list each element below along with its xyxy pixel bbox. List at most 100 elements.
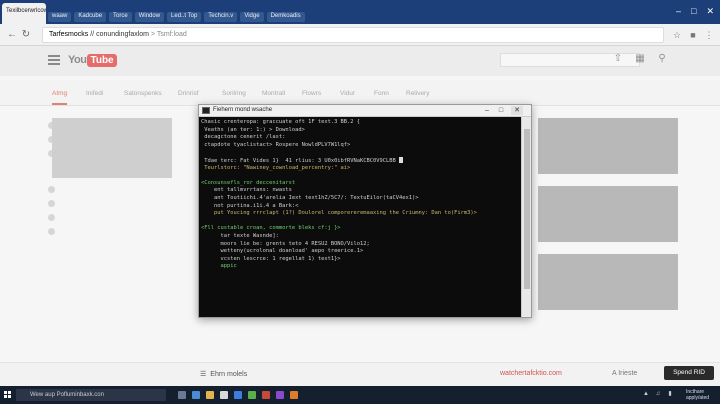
terminal-line: tar texte Wasnde]: bbox=[201, 232, 279, 239]
bookmark-item[interactable]: Window bbox=[134, 12, 165, 22]
menu-dots-icon[interactable]: ⋮ bbox=[704, 30, 714, 40]
star-icon[interactable]: ☆ bbox=[672, 30, 682, 40]
terminal-line: vcsten lescrce: 1 regellat 1) text1}> bbox=[201, 255, 341, 262]
browser-tab-active[interactable]: Texilbcerwrlcowcribfe bbox=[2, 3, 46, 24]
sidebar-item[interactable] bbox=[48, 228, 55, 235]
terminal-line: ant Toutiichi.4'arelia Iext text1hZ/5C7/… bbox=[201, 194, 419, 201]
category-tab[interactable]: Sorilring bbox=[222, 90, 246, 97]
terminal-line: <Consunsefls_ror deccenitarst bbox=[201, 179, 296, 186]
app-icon[interactable] bbox=[276, 391, 284, 399]
edge-icon[interactable] bbox=[192, 391, 200, 399]
terminal-line: put Youcing rrrclapt (1?) Doulorel compo… bbox=[201, 210, 477, 217]
category-tab[interactable]: Relivery bbox=[406, 90, 429, 97]
tray-line-2: apply/ated bbox=[686, 395, 710, 401]
playlist-label[interactable]: ☰ Ehrn molels bbox=[200, 370, 248, 379]
category-tab[interactable]: Fonn bbox=[374, 90, 389, 97]
minimize-icon[interactable]: – bbox=[676, 6, 681, 17]
taskbar-search-input[interactable]: Wew aup Pofluminbaxk.con bbox=[16, 389, 166, 401]
spend-button[interactable]: Spend RID bbox=[664, 366, 714, 380]
logo-text: You bbox=[68, 54, 87, 66]
terminal-line: Veaths (an ter: 1:) > Download> bbox=[201, 126, 305, 133]
logo-badge: Tube bbox=[87, 53, 117, 67]
bookmark-item[interactable]: Led..t Top bbox=[167, 12, 202, 22]
video-thumbnail-left[interactable] bbox=[52, 118, 172, 178]
bookmark-item[interactable]: Vidge bbox=[240, 12, 264, 22]
terminal-output[interactable]: Chasic crenteropa: graccuate oft 1F text… bbox=[201, 119, 519, 317]
battery-icon[interactable]: ▮ bbox=[666, 390, 674, 398]
terminal-line: appic bbox=[201, 263, 237, 270]
terminal-line: not purtina.i1i.4 a Bark:< bbox=[201, 202, 299, 209]
back-icon[interactable]: ← bbox=[6, 29, 18, 41]
volume-icon[interactable]: ♫ bbox=[654, 390, 662, 398]
sidebar-item[interactable] bbox=[48, 186, 55, 193]
bookmark-item[interactable]: Techcin.v bbox=[204, 12, 238, 22]
category-tab[interactable]: Montrall bbox=[262, 90, 285, 97]
refresh-icon[interactable]: ↻ bbox=[20, 29, 32, 41]
bookmark-item[interactable]: waaw bbox=[48, 12, 72, 22]
terminal-line: Teurlstorc: "Nawiney_cownload_percentry:… bbox=[201, 164, 351, 171]
sidebar-item[interactable] bbox=[48, 200, 55, 207]
terminal-line: moors lie be: grents teto 4 RESU2 BONO/V… bbox=[201, 240, 370, 247]
playlist-label-text: Ehrn molels bbox=[210, 370, 248, 378]
search-icon[interactable]: ⚲ bbox=[656, 53, 668, 65]
category-tab[interactable]: Drinrisf bbox=[178, 90, 199, 97]
terminal-line: ent tallmvrrtans: nwasts bbox=[201, 187, 292, 194]
maximize-icon[interactable]: □ bbox=[691, 6, 696, 17]
category-tab[interactable]: Satonspenks bbox=[124, 90, 162, 97]
terminal-titlebar[interactable]: Fiehern mond wsache – □ ✕ bbox=[199, 105, 531, 117]
window-controls: – □ ✕ bbox=[676, 6, 714, 17]
category-tab[interactable]: Inifedi bbox=[86, 90, 103, 97]
video-thumbnail-right-3[interactable] bbox=[538, 254, 678, 310]
terminal-scroll-thumb[interactable] bbox=[524, 129, 530, 289]
sidebar-item-icon bbox=[48, 228, 55, 235]
terminal-maximize-icon[interactable]: □ bbox=[495, 106, 507, 115]
folder-icon[interactable] bbox=[206, 391, 214, 399]
extension-icon[interactable]: ■ bbox=[688, 30, 698, 40]
terminal-window[interactable]: Fiehern mond wsache – □ ✕ Chasic crenter… bbox=[198, 104, 532, 318]
autoplay-label[interactable]: A Irieste bbox=[612, 370, 637, 377]
terminal-minimize-icon[interactable]: – bbox=[481, 106, 493, 115]
browser-tab-bar: Texilbcerwrlcowcribfe waaw Kadcube Torce… bbox=[0, 0, 720, 24]
url-input[interactable]: Tarfesmocks // conundingfaxlom > Tsmf:lo… bbox=[42, 27, 664, 43]
app-icon[interactable] bbox=[262, 391, 270, 399]
video-thumbnail-right-1[interactable] bbox=[538, 118, 678, 174]
terminal-scrollbar[interactable] bbox=[521, 117, 531, 317]
video-thumbnail-right-2[interactable] bbox=[538, 186, 678, 242]
address-bar: ← ↻ Tarfesmocks // conundingfaxlom > Tsm… bbox=[0, 24, 720, 46]
terminal-line: <Fll custable croan, commorte bleks cf:j… bbox=[201, 225, 341, 232]
chrome-icon[interactable] bbox=[248, 391, 256, 399]
bookmarks-strip: waaw Kadcube Torce Window Led..t Top Tec… bbox=[48, 12, 305, 22]
task-view-icon[interactable] bbox=[178, 391, 186, 399]
category-tab[interactable]: Flowrs bbox=[302, 90, 321, 97]
store-icon[interactable] bbox=[220, 391, 228, 399]
bookmark-item[interactable]: Demkoadis bbox=[266, 12, 305, 22]
bookmark-item[interactable]: Torce bbox=[109, 12, 132, 22]
terminal-line: Chasic crenteropa: graccuate oft 1F text… bbox=[201, 119, 361, 125]
mail-icon[interactable] bbox=[234, 391, 242, 399]
windows-start-icon[interactable] bbox=[4, 391, 12, 399]
category-tab[interactable]: Atmg bbox=[52, 90, 68, 105]
taskbar: Wew aup Pofluminbaxk.con bbox=[0, 386, 720, 404]
hamburger-menu-icon[interactable] bbox=[48, 55, 60, 65]
sidebar-item-icon bbox=[48, 200, 55, 207]
channel-link[interactable]: watchertafcktio.com bbox=[500, 370, 562, 377]
category-tabs: Atmg Inifedi Satonspenks Drinrisf Sorilr… bbox=[0, 80, 720, 106]
youtube-logo[interactable]: You Tube bbox=[68, 53, 117, 67]
category-tab[interactable]: Vidur bbox=[340, 90, 355, 97]
upload-icon[interactable]: ⇧ bbox=[612, 53, 624, 65]
terminal-line: wetteny(ucrolonal doanload' aepo treeric… bbox=[201, 248, 364, 255]
network-icon[interactable]: ▲ bbox=[642, 390, 650, 398]
terminal-line: decagctone cenerit /last: bbox=[201, 134, 286, 141]
close-icon[interactable]: ✕ bbox=[706, 6, 714, 17]
sidebar-item[interactable] bbox=[48, 214, 55, 221]
sidebar-item-icon bbox=[48, 214, 55, 221]
tray-notification[interactable]: Incthare apply/ated bbox=[686, 389, 709, 401]
terminal-close-icon[interactable]: ✕ bbox=[511, 106, 523, 115]
app-icon[interactable] bbox=[290, 391, 298, 399]
bookmark-item[interactable]: Kadcube bbox=[74, 12, 107, 22]
url-separator: // bbox=[88, 31, 97, 38]
terminal-icon bbox=[202, 107, 210, 114]
apps-icon[interactable]: ▦ bbox=[634, 53, 646, 65]
